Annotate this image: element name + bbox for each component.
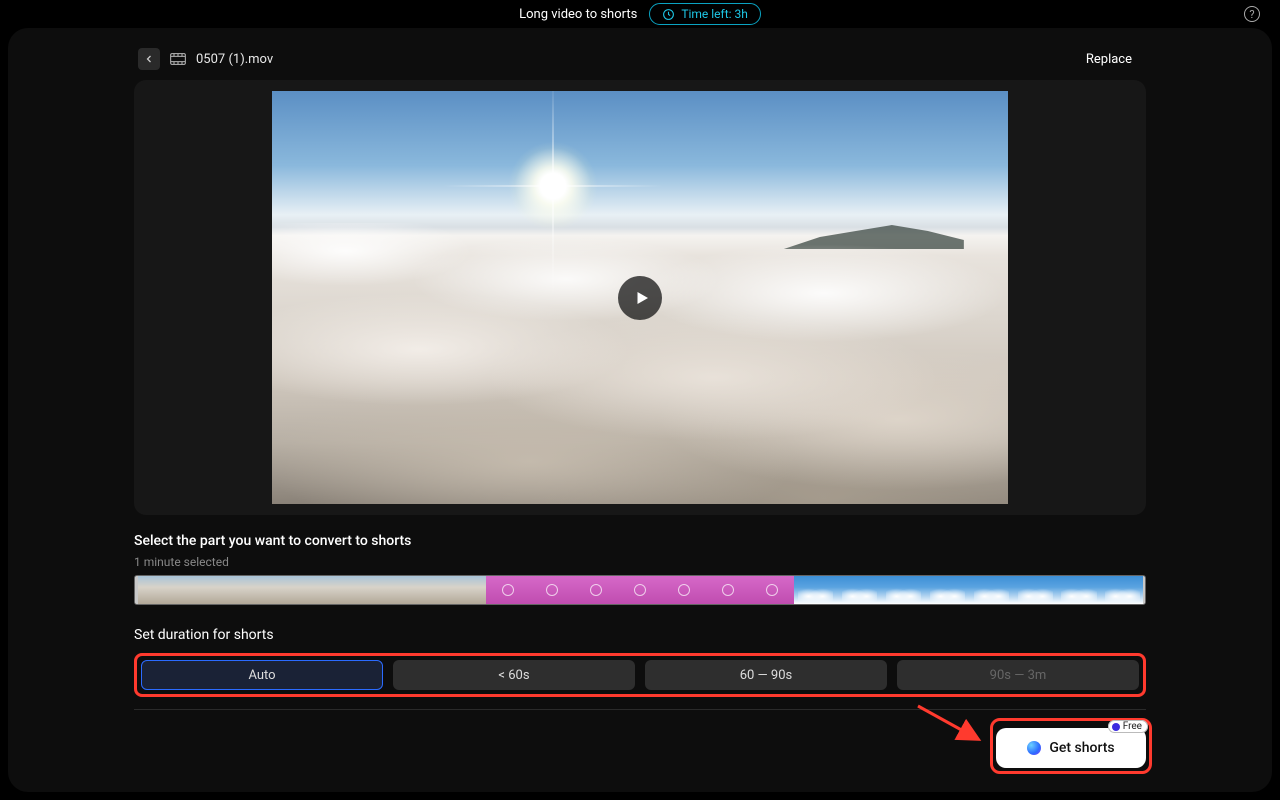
video-file-icon <box>170 53 186 65</box>
timeline-thumb <box>135 576 179 604</box>
timeline-thumb <box>1013 576 1057 604</box>
timeline-thumb <box>1101 576 1145 604</box>
back-button[interactable] <box>138 48 160 70</box>
help-icon[interactable]: ? <box>1244 6 1260 22</box>
timeline-thumb <box>706 576 750 604</box>
timeline-thumb <box>486 576 530 604</box>
file-name: 0507 (1).mov <box>196 52 273 67</box>
timeline-thumb <box>179 576 223 604</box>
play-button[interactable] <box>618 276 662 320</box>
play-icon <box>633 289 651 307</box>
preview-decoration <box>272 223 1008 504</box>
timeline-thumb <box>311 576 355 604</box>
annotation-arrow-icon <box>916 704 986 744</box>
replace-button[interactable]: Replace <box>1086 52 1132 67</box>
video-preview[interactable] <box>272 91 1008 504</box>
timeline-thumb <box>618 576 662 604</box>
annotation-highlight: Auto < 60s 60 — 90s 90s — 3m <box>134 653 1146 697</box>
time-left-badge: Time left: 3h <box>649 3 761 25</box>
timeline-thumb <box>223 576 267 604</box>
timeline-thumb <box>925 576 969 604</box>
duration-title: Set duration for shorts <box>134 627 1146 643</box>
timeline-thumb <box>398 576 442 604</box>
timeline-scrubber[interactable] <box>134 575 1146 605</box>
timeline-thumb <box>267 576 311 604</box>
timeline-thumb <box>969 576 1013 604</box>
clock-icon <box>662 8 675 21</box>
timeline-thumb <box>750 576 794 604</box>
duration-option-90-3m: 90s — 3m <box>897 660 1139 690</box>
sparkle-icon <box>1027 741 1041 755</box>
selection-title: Select the part you want to convert to s… <box>134 533 1146 549</box>
duration-option-60-90[interactable]: 60 — 90s <box>645 660 887 690</box>
timeline-thumb <box>838 576 882 604</box>
duration-option-auto[interactable]: Auto <box>141 660 383 690</box>
video-preview-area <box>134 80 1146 515</box>
badge-dot-icon <box>1112 723 1120 731</box>
timeline-thumb <box>1057 576 1101 604</box>
selection-status: 1 minute selected <box>134 555 1146 569</box>
duration-options: Auto < 60s 60 — 90s 90s — 3m <box>141 660 1139 690</box>
get-shorts-button[interactable]: Get shorts <box>996 728 1146 768</box>
get-shorts-label: Get shorts <box>1049 740 1114 756</box>
timeline-thumb <box>574 576 618 604</box>
free-badge: Free <box>1108 720 1148 733</box>
main-card: 0507 (1).mov Replace Select the part you… <box>8 28 1272 792</box>
duration-option-60s[interactable]: < 60s <box>393 660 635 690</box>
timeline-thumb <box>662 576 706 604</box>
timeline-thumb <box>530 576 574 604</box>
timeline-thumb <box>355 576 399 604</box>
chevron-left-icon <box>143 53 155 65</box>
timeline-thumb <box>442 576 486 604</box>
timeline-thumb <box>794 576 838 604</box>
page-title: Long video to shorts <box>519 7 637 22</box>
timeline-thumb <box>881 576 925 604</box>
preview-decoration <box>508 141 598 231</box>
